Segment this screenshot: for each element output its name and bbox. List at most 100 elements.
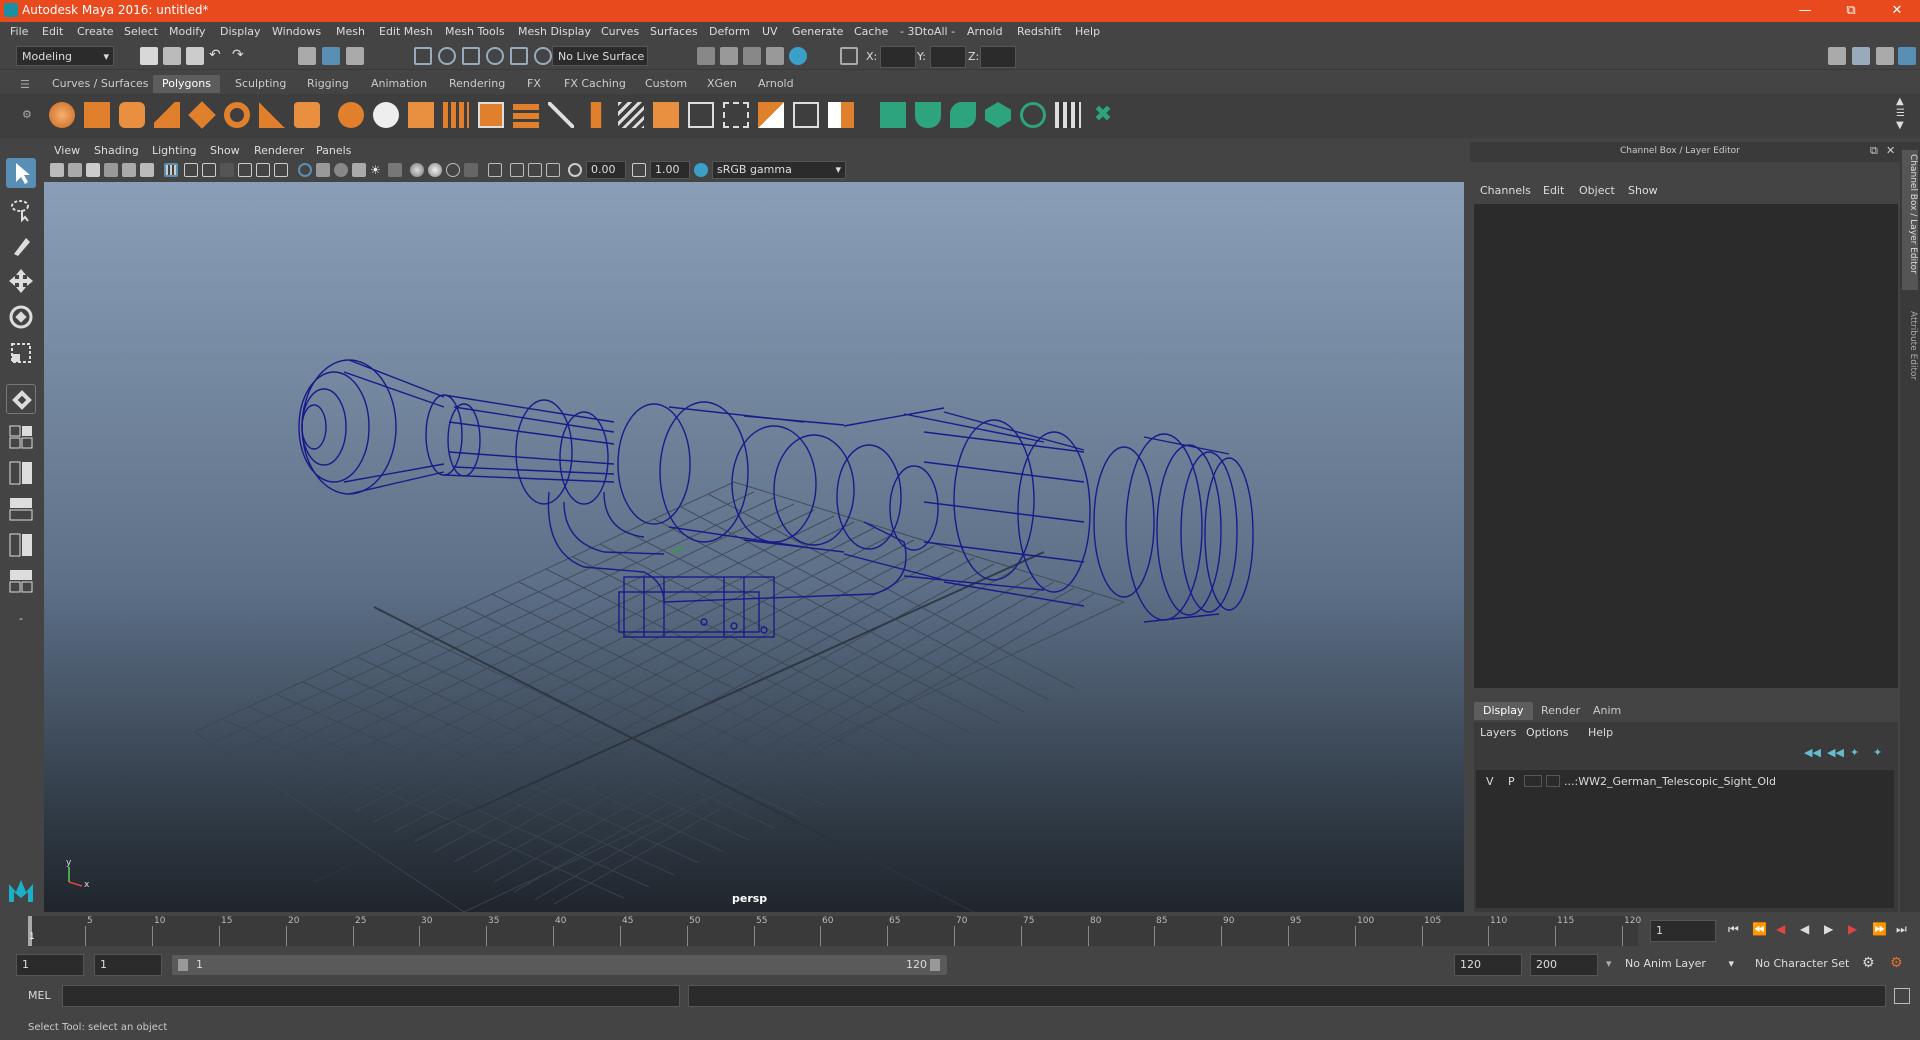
exposure-icon[interactable]: [568, 163, 582, 177]
checker-icon[interactable]: [1055, 102, 1081, 128]
exposure-field[interactable]: 0.00: [586, 161, 626, 179]
select-tool-icon[interactable]: [6, 158, 36, 188]
undo-icon[interactable]: ↶: [209, 47, 227, 65]
layers-help-menu[interactable]: Help: [1588, 726, 1613, 739]
camera-attributes-icon[interactable]: [68, 163, 82, 177]
gate-mask-icon[interactable]: [220, 163, 234, 177]
menu-cache[interactable]: Cache: [854, 25, 888, 38]
menu-display[interactable]: Display: [220, 25, 261, 38]
menu-mesh-tools[interactable]: Mesh Tools: [445, 25, 505, 38]
snap-grid-icon[interactable]: [414, 47, 432, 65]
render-view-icon[interactable]: [697, 47, 715, 65]
layout-vertical-icon[interactable]: [6, 530, 36, 560]
ambient-occlusion-icon[interactable]: [410, 163, 424, 177]
layer-tab-anim[interactable]: Anim: [1584, 702, 1630, 720]
shelf-tab-polygons[interactable]: Polygons: [153, 75, 220, 93]
step-back-key-icon[interactable]: ⏪: [1752, 922, 1767, 936]
snap-curve-icon[interactable]: [438, 47, 456, 65]
planar-uv-icon[interactable]: [915, 102, 941, 128]
bookmark-icon[interactable]: [86, 163, 100, 177]
layer-playback-toggle[interactable]: P: [1508, 775, 1515, 788]
playback-start-field[interactable]: 1: [94, 954, 162, 976]
go-to-end-icon[interactable]: ⏭: [1896, 922, 1907, 937]
color-management-icon[interactable]: [694, 163, 708, 177]
field-chart-icon[interactable]: [238, 163, 252, 177]
unfold-uv-icon[interactable]: [1020, 102, 1046, 128]
film-gate-icon[interactable]: [184, 163, 198, 177]
select-object-icon[interactable]: [322, 47, 340, 65]
auto-key-icon[interactable]: ⚙: [1862, 955, 1875, 971]
wireframe-icon[interactable]: [298, 163, 312, 177]
layer-row[interactable]: V P ...:WW2_German_Telescopic_Sight_Old: [1476, 772, 1894, 790]
playback-end-field[interactable]: 120: [1454, 954, 1522, 976]
shelf-tab-curves-surfaces[interactable]: Curves / Surfaces: [43, 75, 158, 93]
side-tab-attribute-editor[interactable]: Attribute Editor: [1902, 307, 1918, 407]
new-layer-icon[interactable]: ✦: [1850, 746, 1859, 759]
layout-persp-outliner-icon[interactable]: [6, 458, 36, 488]
anti-aliasing-icon[interactable]: [446, 163, 460, 177]
resolution-gate-icon[interactable]: [202, 163, 216, 177]
chevron-down-icon[interactable]: ▾: [1606, 957, 1612, 970]
menu-curves[interactable]: Curves: [601, 25, 639, 38]
menu-select[interactable]: Select: [124, 25, 158, 38]
select-hierarchy-icon[interactable]: [298, 47, 316, 65]
layer-display-type[interactable]: [1524, 775, 1542, 787]
y-coord-field[interactable]: [930, 46, 966, 68]
shelf-tab-fx-caching[interactable]: FX Caching: [555, 75, 635, 93]
step-forward-key-icon[interactable]: ⏩: [1872, 922, 1887, 936]
character-set-selector[interactable]: No Character Set: [1750, 954, 1868, 976]
image-plane-icon[interactable]: [104, 163, 118, 177]
uv-editor-icon[interactable]: [880, 102, 906, 128]
channel-box-icon[interactable]: [1898, 47, 1916, 65]
restore-icon[interactable]: ⧉: [1828, 0, 1874, 22]
shelf-settings-icon[interactable]: ⚙: [22, 108, 32, 121]
smooth-shade-icon[interactable]: [316, 163, 330, 177]
viewport-menu-panels[interactable]: Panels: [316, 144, 351, 157]
isolate-select-icon[interactable]: [488, 163, 502, 177]
float-panel-icon[interactable]: ⧉: [1870, 144, 1878, 158]
layout-graph-icon[interactable]: [6, 494, 36, 524]
range-slider[interactable]: 1 120: [172, 955, 947, 975]
wireframe-on-shaded-icon[interactable]: [334, 163, 348, 177]
ipr-render-icon[interactable]: [743, 47, 761, 65]
live-surface-field[interactable]: No Live Surface: [552, 46, 648, 66]
reduce-icon[interactable]: [793, 102, 819, 128]
snap-surface-icon[interactable]: [510, 47, 528, 65]
menu-file[interactable]: File: [10, 25, 28, 38]
layout-more-icon[interactable]: -: [6, 604, 36, 634]
poly-pipe-icon[interactable]: [294, 102, 320, 128]
absolute-transform-icon[interactable]: [840, 47, 858, 65]
move-tool-icon[interactable]: [6, 266, 36, 296]
motion-blur-icon[interactable]: [428, 163, 442, 177]
render-frame-icon[interactable]: [720, 47, 738, 65]
close-panel-icon[interactable]: ✕: [1886, 144, 1895, 157]
boolean-icon[interactable]: [443, 102, 469, 128]
range-start-handle[interactable]: [178, 959, 188, 971]
new-layer-selected-icon[interactable]: ✦: [1873, 746, 1882, 759]
xray-joints-icon[interactable]: [528, 163, 542, 177]
redo-icon[interactable]: ↷: [232, 47, 250, 65]
paint-select-tool-icon[interactable]: [6, 230, 36, 260]
time-ruler[interactable]: 1 5 10 15 20 25 30 35 40 45 50 55 60 65 70 75 80 85 90 95 1…: [28, 916, 1641, 946]
separate-icon[interactable]: [373, 102, 399, 128]
cylindrical-uv-icon[interactable]: [950, 102, 976, 128]
colorspace-selector[interactable]: sRGB gamma ▾: [712, 161, 846, 179]
attribute-editor-icon[interactable]: [1852, 47, 1870, 65]
multi-cut-icon[interactable]: [618, 102, 644, 128]
command-language-label[interactable]: MEL: [28, 989, 51, 1002]
lasso-tool-icon[interactable]: [6, 194, 36, 224]
menu-arnold[interactable]: Arnold: [967, 25, 1003, 38]
hypershade-icon[interactable]: [789, 47, 807, 65]
scene-start-field[interactable]: 1: [16, 954, 84, 976]
lights-icon[interactable]: ☀: [370, 163, 384, 177]
shelf-scroll-icon[interactable]: ▲ ☰ ▼: [1896, 96, 1905, 132]
viewport-menu-renderer[interactable]: Renderer: [254, 144, 304, 157]
gamma-field[interactable]: 1.00: [650, 161, 690, 179]
menu-redshift[interactable]: Redshift: [1017, 25, 1062, 38]
rotate-tool-icon[interactable]: [6, 302, 36, 332]
channels-edit-menu[interactable]: Edit: [1543, 184, 1564, 197]
combine-icon[interactable]: [338, 102, 364, 128]
menu-deform[interactable]: Deform: [709, 25, 750, 38]
last-tool-icon[interactable]: [6, 384, 36, 414]
shelf-tab-rendering[interactable]: Rendering: [440, 75, 514, 93]
